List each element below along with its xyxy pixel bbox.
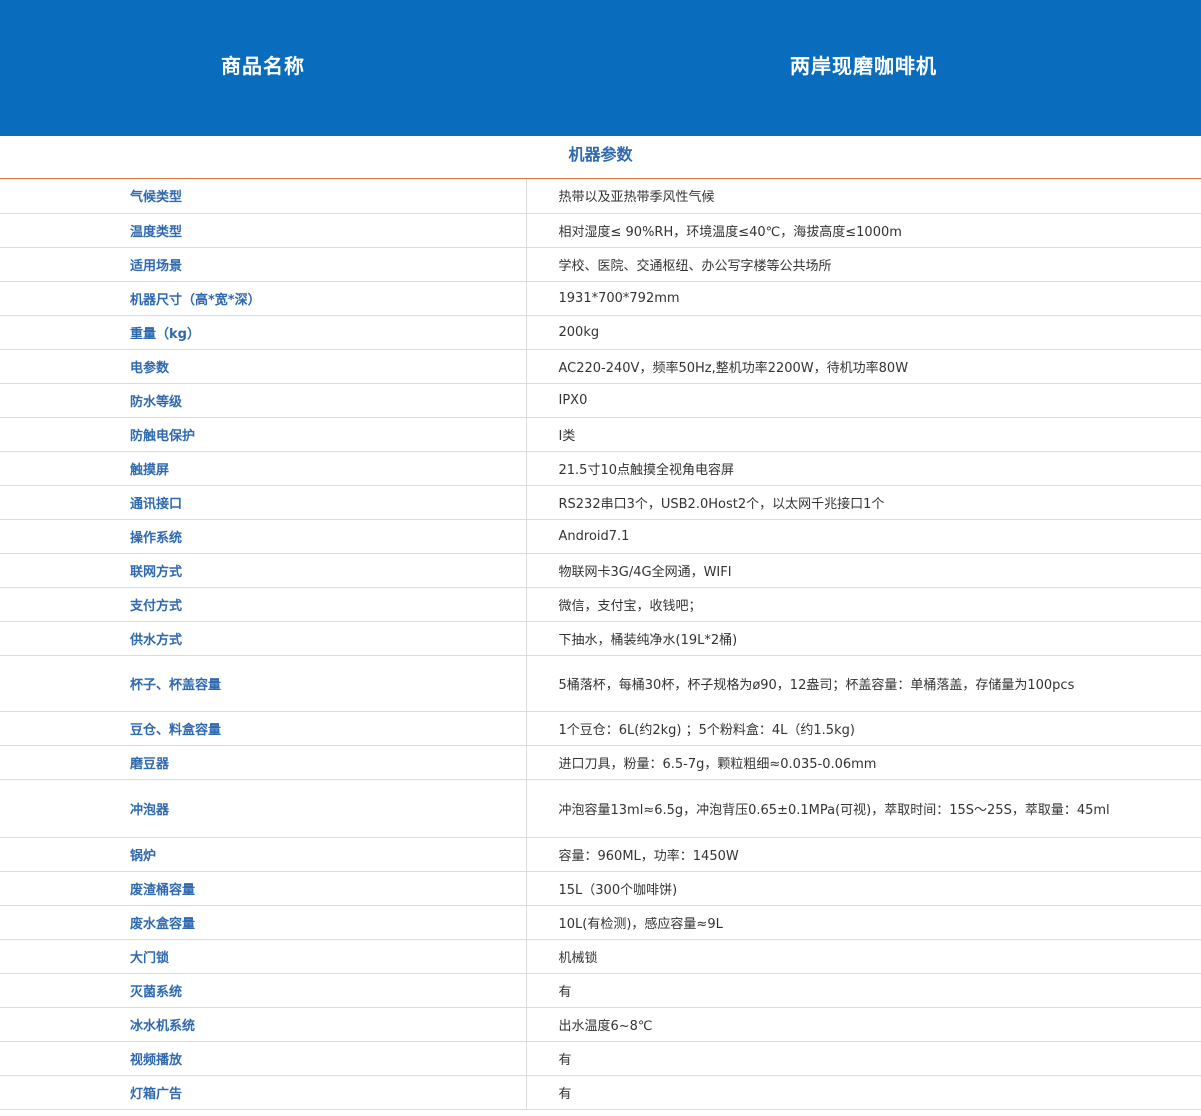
param-value: IPX0 (526, 383, 1201, 418)
param-key: 豆仓、料盒容量 (0, 711, 527, 746)
product-name-value: 两岸现磨咖啡机 (790, 53, 937, 78)
param-value: 相对湿度≤ 90%RH，环境温度≤40℃，海拔高度≤1000m (526, 213, 1201, 248)
table-row: 机器尺寸（高*宽*深） 1931*700*792mm (0, 281, 1201, 316)
param-key: 废渣桶容量 (0, 871, 527, 906)
param-value: 5桶落杯，每桶30杯，杯子规格为ø90，12盎司；杯盖容量：单桶落盖，存储量为1… (526, 655, 1201, 712)
param-key: 操作系统 (0, 519, 527, 554)
param-value: 机械锁 (526, 939, 1201, 974)
table-row: 灭菌系统 有 (0, 973, 1201, 1008)
param-value: 有 (526, 1075, 1201, 1110)
param-key: 杯子、杯盖容量 (0, 655, 527, 712)
param-value: 容量：960ML，功率：1450W (526, 837, 1201, 872)
param-key: 废水盒容量 (0, 905, 527, 940)
table-row: 冰水机系统 出水温度6~8℃ (0, 1007, 1201, 1042)
table-row: 通讯接口 RS232串口3个，USB2.0Host2个，以太网千兆接口1个 (0, 485, 1201, 520)
table-row: 电参数 AC220-240V，频率50Hz,整机功率2200W，待机功率80W (0, 349, 1201, 384)
table-row: 重量（kg） 200kg (0, 315, 1201, 350)
table-row: 触摸屏 21.5寸10点触摸全视角电容屏 (0, 451, 1201, 486)
param-key: 供水方式 (0, 621, 527, 656)
param-value: 有 (526, 1041, 1201, 1076)
machine-params-table: 气候类型 热带以及亚热带季风性气候 温度类型 相对湿度≤ 90%RH，环境温度≤… (0, 179, 1201, 1110)
param-key: 冰水机系统 (0, 1007, 527, 1042)
param-value: 下抽水，桶装纯净水(19L*2桶) (526, 621, 1201, 656)
table-row: 磨豆器 进口刀具，粉量：6.5-7g，颗粒粗细≈0.035-0.06mm (0, 745, 1201, 780)
table-row: 支付方式 微信，支付宝，收钱吧； (0, 587, 1201, 622)
table-row: 大门锁 机械锁 (0, 939, 1201, 974)
table-row: 锅炉 容量：960ML，功率：1450W (0, 837, 1201, 872)
param-key: 联网方式 (0, 553, 527, 588)
param-key: 电参数 (0, 349, 527, 384)
param-value: 学校、医院、交通枢纽、办公写字楼等公共场所 (526, 247, 1201, 282)
param-value: 15L（300个咖啡饼) (526, 871, 1201, 906)
param-key: 气候类型 (0, 179, 527, 214)
param-value: Android7.1 (526, 519, 1201, 554)
table-row: 视频播放 有 (0, 1041, 1201, 1076)
table-row: 杯子、杯盖容量 5桶落杯，每桶30杯，杯子规格为ø90，12盎司；杯盖容量：单桶… (0, 655, 1201, 712)
param-value: 出水温度6~8℃ (526, 1007, 1201, 1042)
param-key: 适用场景 (0, 247, 527, 282)
param-key: 防触电保护 (0, 417, 527, 452)
param-key: 机器尺寸（高*宽*深） (0, 281, 527, 316)
param-value: 10L(有检测)，感应容量≈9L (526, 905, 1201, 940)
param-key: 锅炉 (0, 837, 527, 872)
table-row: 灯箱广告 有 (0, 1075, 1201, 1110)
table-row: 供水方式 下抽水，桶装纯净水(19L*2桶) (0, 621, 1201, 656)
product-name-label: 商品名称 (221, 53, 305, 78)
param-key: 灯箱广告 (0, 1075, 527, 1110)
table-row: 豆仓、料盒容量 1个豆仓：6L(约2kg) ；5个粉料盒：4L（约1.5kg) (0, 711, 1201, 746)
param-key: 灭菌系统 (0, 973, 527, 1008)
param-key: 磨豆器 (0, 745, 527, 780)
param-value: 进口刀具，粉量：6.5-7g，颗粒粗细≈0.035-0.06mm (526, 745, 1201, 780)
param-key: 冲泡器 (0, 779, 527, 838)
param-key: 温度类型 (0, 213, 527, 248)
table-row: 联网方式 物联网卡3G/4G全网通，WIFI (0, 553, 1201, 588)
param-value: 物联网卡3G/4G全网通，WIFI (526, 553, 1201, 588)
param-value: 1个豆仓：6L(约2kg) ；5个粉料盒：4L（约1.5kg) (526, 711, 1201, 746)
table-row: 冲泡器 冲泡容量13ml≈6.5g，冲泡背压0.65±0.1MPa(可视)，萃取… (0, 779, 1201, 838)
param-key: 防水等级 (0, 383, 527, 418)
table-row: 防触电保护 Ⅰ类 (0, 417, 1201, 452)
param-value: Ⅰ类 (526, 417, 1201, 452)
section-title: 机器参数 (0, 136, 1201, 179)
table-row: 废渣桶容量 15L（300个咖啡饼) (0, 871, 1201, 906)
table-row: 气候类型 热带以及亚热带季风性气候 (0, 179, 1201, 214)
param-key: 触摸屏 (0, 451, 527, 486)
table-row: 适用场景 学校、医院、交通枢纽、办公写字楼等公共场所 (0, 247, 1201, 282)
table-row: 废水盒容量 10L(有检测)，感应容量≈9L (0, 905, 1201, 940)
param-value: AC220-240V，频率50Hz,整机功率2200W，待机功率80W (526, 349, 1201, 384)
param-key: 支付方式 (0, 587, 527, 622)
param-value: 热带以及亚热带季风性气候 (526, 179, 1201, 214)
param-key: 大门锁 (0, 939, 527, 974)
product-header: 商品名称 两岸现磨咖啡机 (0, 0, 1201, 136)
param-key: 视频播放 (0, 1041, 527, 1076)
table-row: 操作系统 Android7.1 (0, 519, 1201, 554)
param-value: 1931*700*792mm (526, 281, 1201, 316)
param-value: 21.5寸10点触摸全视角电容屏 (526, 451, 1201, 486)
param-value: RS232串口3个，USB2.0Host2个，以太网千兆接口1个 (526, 485, 1201, 520)
param-value: 200kg (526, 315, 1201, 350)
param-value: 微信，支付宝，收钱吧； (526, 587, 1201, 622)
table-row: 温度类型 相对湿度≤ 90%RH，环境温度≤40℃，海拔高度≤1000m (0, 213, 1201, 248)
table-row: 防水等级 IPX0 (0, 383, 1201, 418)
param-value: 冲泡容量13ml≈6.5g，冲泡背压0.65±0.1MPa(可视)，萃取时间：1… (526, 779, 1201, 838)
param-value: 有 (526, 973, 1201, 1008)
param-key: 重量（kg） (0, 315, 527, 350)
param-key: 通讯接口 (0, 485, 527, 520)
